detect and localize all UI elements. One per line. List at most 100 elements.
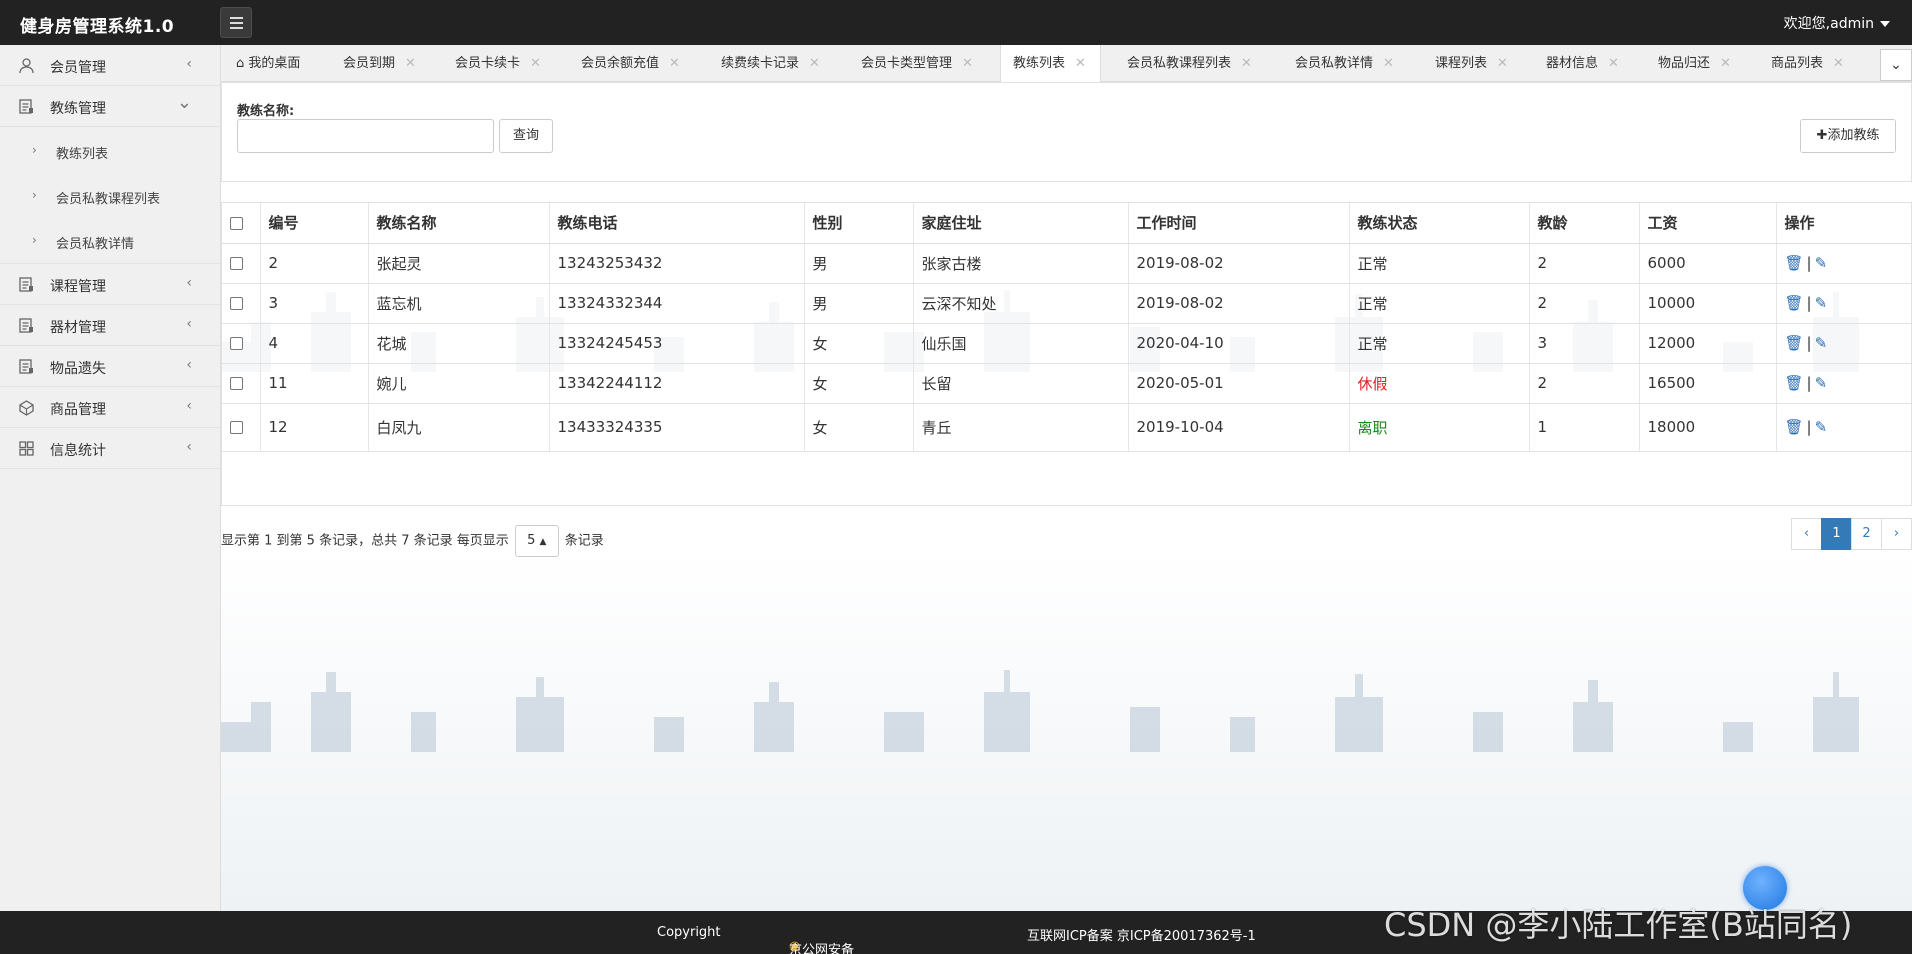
- menu-toggle-button[interactable]: [220, 7, 252, 38]
- sidebar-item-member[interactable]: 会员管理 ‹: [0, 45, 220, 86]
- tab-desktop[interactable]: ⌂ 我的桌面: [236, 45, 300, 82]
- cell-phone: 13433324335: [549, 403, 805, 452]
- trash-icon[interactable]: 🗑: [1785, 254, 1804, 272]
- row-checkbox[interactable]: [230, 257, 243, 270]
- query-button[interactable]: 查询: [499, 119, 553, 153]
- sidebar-item-course[interactable]: 课程管理 ‹: [0, 264, 220, 305]
- tab-equipment-info[interactable]: 器材信息 ✕: [1546, 45, 1619, 82]
- page-button[interactable]: 2: [1851, 518, 1882, 550]
- tab-label: 我的桌面: [248, 56, 301, 71]
- tab-private-detail[interactable]: 会员私教详情 ✕: [1295, 45, 1394, 82]
- tab-card-renew[interactable]: 会员卡续卡 ✕: [455, 45, 541, 82]
- home-icon: ⌂: [236, 56, 245, 71]
- pencil-icon[interactable]: ✎: [1815, 418, 1828, 436]
- tab-private-course-list[interactable]: 会员私教课程列表 ✕: [1127, 45, 1252, 82]
- coach-name-input[interactable]: [237, 119, 494, 153]
- document-icon: [18, 317, 35, 334]
- page-button[interactable]: 1: [1821, 518, 1852, 550]
- row-checkbox[interactable]: [230, 337, 243, 350]
- cell-id: 11: [260, 363, 369, 404]
- next-page-button[interactable]: ›: [1881, 518, 1912, 550]
- table-row: 12 白凤九 13433324335 女 青丘 2019-10-04 离职 1 …: [222, 403, 1911, 452]
- close-icon[interactable]: ✕: [1497, 56, 1508, 71]
- sidebar-item-statistics[interactable]: 信息统计 ‹: [0, 428, 220, 469]
- cell-name: 张起灵: [368, 243, 550, 284]
- page-size-select[interactable]: 5 ▲: [514, 525, 559, 557]
- trash-icon[interactable]: 🗑: [1785, 334, 1804, 352]
- select-all-checkbox[interactable]: [230, 216, 243, 230]
- sidebar-subitem-private-detail[interactable]: › 会员私教详情: [0, 219, 220, 264]
- sidebar-item-coach[interactable]: 教练管理 ⌄: [0, 86, 220, 127]
- row-checkbox[interactable]: [230, 421, 243, 434]
- row-checkbox[interactable]: [230, 297, 243, 310]
- cell-gender: 女: [804, 323, 914, 364]
- tab-coach-list[interactable]: 教练列表 ✕: [1000, 45, 1101, 83]
- tab-label: 教练列表: [1013, 56, 1066, 71]
- pencil-icon[interactable]: ✎: [1815, 374, 1828, 392]
- tab-label: 会员私教课程列表: [1127, 56, 1232, 71]
- tab-label: 会员私教详情: [1295, 56, 1374, 71]
- table-row: 4 花城 13324245453 女 仙乐国 2020-04-10 正常 3 1…: [222, 323, 1911, 364]
- document-icon: [18, 358, 35, 375]
- close-icon[interactable]: ✕: [809, 56, 820, 71]
- footer-icp-record[interactable]: 互联网ICP备案 京ICP备20017362号-1: [1027, 925, 1256, 944]
- sidebar-item-label: 会员管理: [50, 60, 106, 76]
- close-icon[interactable]: ✕: [1720, 56, 1731, 71]
- close-icon[interactable]: ✕: [1833, 56, 1844, 71]
- tab-goods-list[interactable]: 商品列表 ✕: [1771, 45, 1844, 82]
- sidebar-item-equipment[interactable]: 器材管理 ‹: [0, 305, 220, 346]
- sidebar-subitem-coach-list[interactable]: › 教练列表: [0, 129, 220, 174]
- trash-icon[interactable]: 🗑: [1785, 294, 1804, 312]
- cell-years: 3: [1529, 323, 1640, 364]
- document-icon: [18, 276, 35, 293]
- pencil-icon[interactable]: ✎: [1815, 334, 1828, 352]
- cell-status: 离职: [1349, 403, 1530, 452]
- sidebar-item-label: 教练管理: [50, 101, 106, 117]
- close-icon[interactable]: ✕: [1383, 56, 1394, 71]
- close-icon[interactable]: ✕: [405, 56, 416, 71]
- close-icon[interactable]: ✕: [530, 56, 541, 71]
- chevron-down-icon: ⌄: [1890, 57, 1902, 73]
- cell-id: 4: [260, 323, 369, 364]
- tab-course-list[interactable]: 课程列表 ✕: [1435, 45, 1508, 82]
- tab-item-return[interactable]: 物品归还 ✕: [1658, 45, 1731, 82]
- pencil-icon[interactable]: ✎: [1815, 294, 1828, 312]
- sidebar-item-lost-items[interactable]: 物品遗失 ‹: [0, 346, 220, 387]
- cell-address: 仙乐国: [913, 323, 1129, 364]
- chevron-left-icon: ‹: [186, 316, 192, 332]
- tab-renew-records[interactable]: 续费续卡记录 ✕: [721, 45, 820, 82]
- close-icon[interactable]: ✕: [669, 56, 680, 71]
- cell-salary: 12000: [1639, 323, 1777, 364]
- tab-label: 商品列表: [1771, 56, 1824, 71]
- pagination-summary-suffix: 条记录: [564, 533, 604, 549]
- tab-card-type[interactable]: 会员卡类型管理 ✕: [861, 45, 973, 82]
- row-checkbox[interactable]: [230, 377, 243, 390]
- user-menu[interactable]: 欢迎您,admin: [1784, 13, 1890, 33]
- close-icon[interactable]: ✕: [962, 56, 973, 71]
- cell-years: 2: [1529, 363, 1640, 404]
- close-icon[interactable]: ✕: [1241, 56, 1252, 71]
- tab-menu-button[interactable]: ⌄: [1880, 49, 1912, 81]
- page-size-value: 5: [527, 533, 536, 548]
- trash-icon[interactable]: 🗑: [1785, 374, 1804, 392]
- column-header: 工作时间: [1128, 203, 1350, 244]
- pencil-icon[interactable]: ✎: [1815, 254, 1828, 272]
- plus-icon: ✚: [1816, 128, 1828, 143]
- add-coach-button[interactable]: ✚添加教练: [1800, 119, 1896, 153]
- tab-label: 课程列表: [1435, 56, 1488, 71]
- sidebar-item-label: 教练列表: [56, 147, 109, 162]
- prev-page-button[interactable]: ‹: [1791, 518, 1822, 550]
- top-bar: 健身房管理系统1.0 欢迎您,admin: [0, 0, 1912, 45]
- tab-member-expire[interactable]: 会员到期 ✕: [343, 45, 416, 82]
- box-icon: [18, 399, 35, 416]
- tab-label: 续费续卡记录: [721, 56, 800, 71]
- sidebar-item-label: 信息统计: [50, 443, 106, 459]
- close-icon[interactable]: ✕: [1075, 56, 1086, 71]
- cell-phone: 13324245453: [549, 323, 805, 364]
- close-icon[interactable]: ✕: [1608, 56, 1619, 71]
- tab-balance-recharge[interactable]: 会员余额充值 ✕: [581, 45, 680, 82]
- sidebar-item-goods[interactable]: 商品管理 ‹: [0, 387, 220, 428]
- trash-icon[interactable]: 🗑: [1785, 418, 1804, 436]
- sidebar-subitem-private-course-list[interactable]: › 会员私教课程列表: [0, 174, 220, 219]
- cell-name: 白凤九: [368, 403, 550, 452]
